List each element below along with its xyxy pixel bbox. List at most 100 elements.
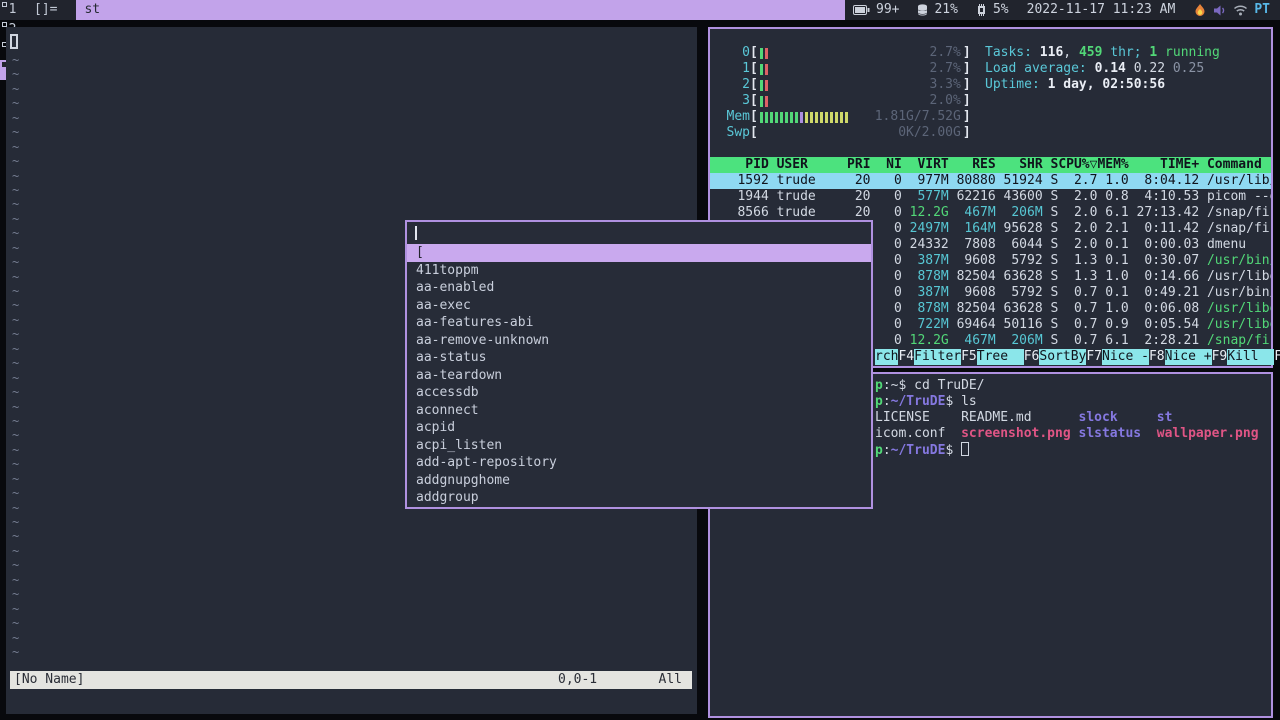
launcher-item[interactable]: aa-exec <box>407 297 871 315</box>
vim-tilde: ~ <box>12 53 20 67</box>
fkey-label[interactable]: rch <box>875 349 899 365</box>
text-segment: Tasks: <box>985 45 1040 60</box>
fkey-label[interactable]: Kill <box>1227 349 1275 365</box>
launcher-item[interactable]: accessdb <box>407 384 871 402</box>
column-header-user[interactable]: USER <box>769 157 847 173</box>
vim-tilde: ~ <box>12 284 20 298</box>
launcher-item[interactable]: addgnupghome <box>407 472 871 490</box>
cell-res: 9608 <box>964 285 996 300</box>
fkey-f6[interactable]: F6 <box>1024 349 1040 365</box>
vim-tilde: ~ <box>12 500 20 515</box>
process-table-header: PID USER PRI NI VIRT RES SHR S CPU%▽ MEM% TIME+ Com… <box>710 157 1271 173</box>
launcher-item[interactable]: 411toppm <box>407 262 871 280</box>
column-header-shr[interactable]: SHR <box>996 157 1042 173</box>
fkey-label[interactable]: Nice + <box>1164 349 1212 365</box>
launcher-item[interactable]: aa-remove-unknown <box>407 332 871 350</box>
launcher-item[interactable]: acpi_listen <box>407 437 871 455</box>
workspace-tags: 123456789 <box>0 0 25 177</box>
text-segment: p <box>875 394 883 409</box>
speaker-icon[interactable] <box>1213 4 1227 17</box>
cell-virt: 577M <box>917 189 949 204</box>
tasks-summary: Tasks: 116, 459 thr; 1 running <box>985 45 1220 61</box>
launcher-item[interactable]: aa-enabled <box>407 279 871 297</box>
fkey-f5[interactable]: F5 <box>961 349 977 365</box>
vim-cursor-position: 0,0-1 <box>558 672 598 687</box>
fkey-f4[interactable]: F4 <box>898 349 914 365</box>
launcher-item[interactable]: add-apt-repository <box>407 454 871 472</box>
column-header-res[interactable]: RES <box>949 157 995 173</box>
column-header-pri[interactable]: PRI <box>847 157 870 173</box>
launcher-item[interactable]: aconnect <box>407 402 871 420</box>
cell-cpu: 1.3 <box>1073 253 1098 268</box>
column-header-mem[interactable]: MEM% <box>1097 157 1128 173</box>
cell-s: S <box>1050 285 1059 300</box>
column-header-time[interactable]: TIME+ <box>1129 157 1199 173</box>
cell-time: 0:49.21 <box>1144 285 1200 300</box>
vim-tilde: ~ <box>12 312 20 327</box>
launcher-item[interactable]: acpid <box>407 419 871 437</box>
workspace-tag-1[interactable]: 1 <box>0 0 25 20</box>
column-header-cpu[interactable]: CPU%▽ <box>1058 157 1097 173</box>
process-row[interactable]: 8566 trude 20 0 12.2G 467M 206M S 2.0 6.1 27:13.42… <box>710 205 1271 221</box>
cell-mem: 0.1 <box>1105 253 1129 268</box>
cell-ni: 0 <box>893 173 902 188</box>
fkey-label[interactable]: Tree <box>976 349 1024 365</box>
cell-cmd: /snap/fir <box>1206 333 1271 348</box>
vim-tilde: ~ <box>12 168 20 183</box>
column-header-ni[interactable]: NI <box>871 157 902 173</box>
cell-shr: 51924 <box>1003 173 1043 188</box>
vim-empty-lines: ~ ~ ~ ~ ~ ~ ~ ~ ~ ~ ~ ~ ~ ~ ~ ~ ~ ~ ~ ~ ~ ~ ~ ~ ~ ~ ~ ~ ~ ~ ~ ~ ~ ~ ~ ~ ~ ~ ~ ~… <box>12 53 19 659</box>
launcher-item[interactable]: aa-teardown <box>407 367 871 385</box>
cell-virt: 2497M <box>909 221 949 236</box>
cell-cmd: /usr/libe <box>1206 317 1271 332</box>
column-header-s[interactable]: S <box>1043 157 1058 173</box>
vim-tilde: ~ <box>12 572 20 587</box>
cell-mem: 0.8 <box>1105 189 1129 204</box>
flame-icon[interactable] <box>1193 3 1207 17</box>
launcher-input[interactable] <box>407 222 871 244</box>
vim-tilde: ~ <box>12 67 20 82</box>
column-header-virt[interactable]: VIRT <box>902 157 948 173</box>
text-segment: : <box>882 394 891 409</box>
text-segment: wallpaper.png <box>1156 426 1259 441</box>
cell-pid: 1592 <box>737 173 769 188</box>
launcher-item[interactable]: aa-status <box>407 349 871 367</box>
column-header-cmd[interactable]: Command <box>1199 157 1271 173</box>
process-row[interactable]: 1592 trude 20 0 977M 80880 51924 S 2.7 1.0 8:04.12… <box>710 173 1271 189</box>
fkey-f1[interactable]: F1 <box>1274 349 1280 365</box>
app-launcher[interactable]: [411toppm aa-enabled aa-exec aa-features-ab… <box>405 220 873 509</box>
fkey-label[interactable]: Filter <box>914 349 962 365</box>
vim-tilde: ~ <box>12 515 20 529</box>
cell-user: trude <box>776 189 816 204</box>
vim-statusline: [No Name] 0,0-1 All <box>10 671 692 689</box>
cell-ni: 0 <box>893 237 902 252</box>
text-segment: 116 <box>1039 45 1064 60</box>
column-header-pid[interactable]: PID <box>714 157 768 173</box>
vim-tilde: ~ <box>12 240 20 255</box>
vim-tilde: ~ <box>12 255 20 270</box>
cell-cmd: /usr/libe <box>1206 301 1271 316</box>
wifi-icon[interactable] <box>1233 4 1248 16</box>
vim-tilde: ~ <box>12 399 20 414</box>
top-bar: 123456789 []= st 99+ 21% 5% 2022-11-17 1… <box>0 0 1280 177</box>
cell-virt: 12.2G <box>909 205 949 220</box>
launcher-item[interactable]: addgroup <box>407 489 871 507</box>
cell-shr: 206M <box>1011 333 1043 348</box>
cell-cmd: /usr/bin/ <box>1206 253 1271 268</box>
cell-shr: 43600 <box>1003 189 1043 204</box>
fkey-f7[interactable]: F7 <box>1086 349 1102 365</box>
process-row[interactable]: 1944 trude 20 0 577M 62216 43600 S 2.0 0.8 4:10.53… <box>710 189 1271 205</box>
layout-indicator[interactable]: []= <box>25 0 66 20</box>
fkey-f9[interactable]: F9 <box>1212 349 1228 365</box>
launcher-item[interactable]: aa-features-abi <box>407 314 871 332</box>
launcher-item[interactable]: [ <box>407 244 871 262</box>
cell-shr: 6044 <box>1011 237 1043 252</box>
fkey-f8[interactable]: F8 <box>1149 349 1165 365</box>
fkey-label[interactable]: SortBy <box>1039 349 1087 365</box>
cell-pri: 20 <box>854 205 871 220</box>
keyboard-layout[interactable]: PT <box>1254 0 1270 20</box>
terminal-line: p:~$ cd TruDE/ <box>875 378 1259 394</box>
cell-virt: 977M <box>917 173 949 188</box>
cell-mem: 0.9 <box>1105 317 1129 332</box>
fkey-label[interactable]: Nice - <box>1102 349 1149 365</box>
